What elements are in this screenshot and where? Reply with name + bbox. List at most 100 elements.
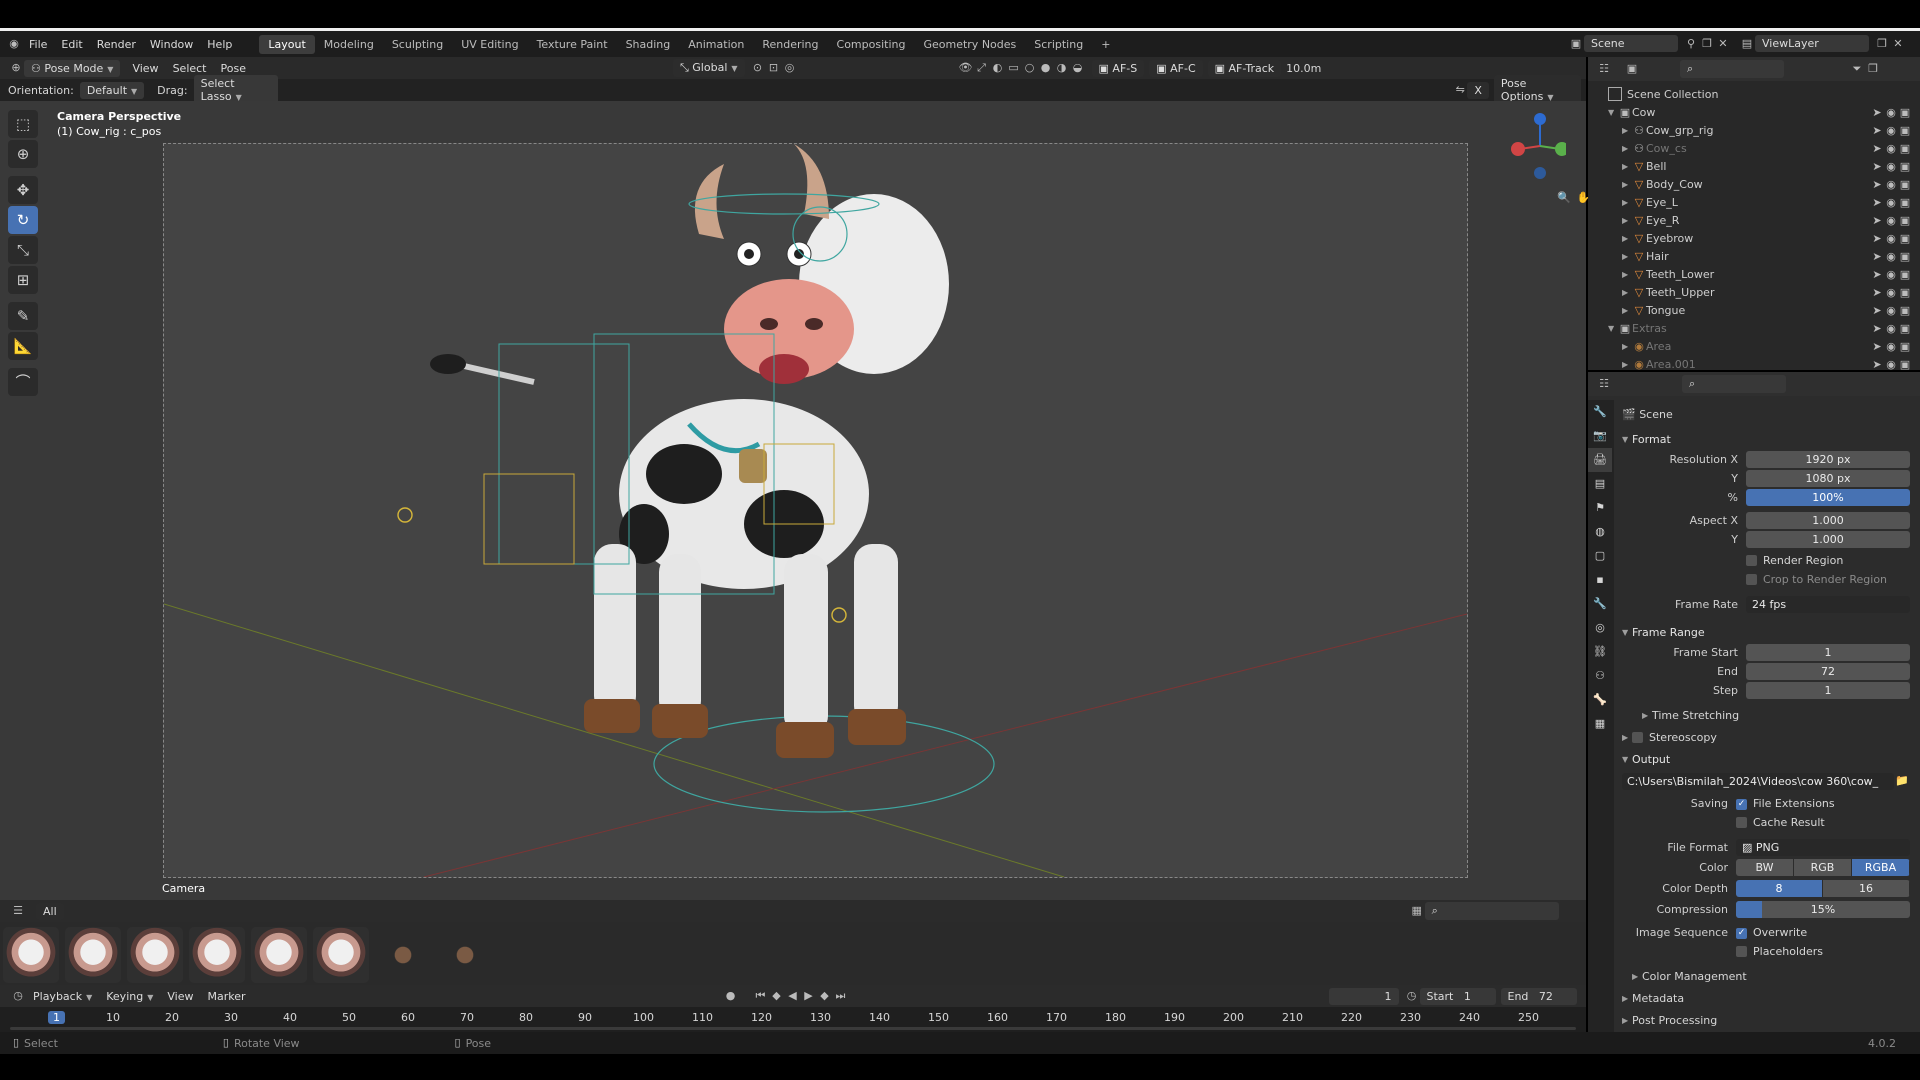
tab-modeling[interactable]: Modeling — [315, 35, 383, 54]
af-track-button[interactable]: ▣ AF-Track — [1207, 59, 1282, 77]
texture-tab-icon[interactable]: ▦ — [1588, 712, 1612, 736]
tab-layout[interactable]: Layout — [259, 34, 315, 54]
stereoscopy-panel-header[interactable]: ▶ Stereoscopy — [1622, 726, 1910, 748]
cursor-icon[interactable]: ⊕ — [8, 140, 38, 168]
scene-tab-icon[interactable]: ⚑ — [1588, 496, 1612, 520]
measure-icon[interactable]: 📐 — [8, 332, 38, 360]
pose-thumbnail[interactable] — [251, 927, 307, 983]
disclosure-triangle-icon[interactable]: ▶ — [1622, 342, 1632, 351]
scene-collection-row[interactable]: Scene Collection — [1608, 85, 1920, 103]
bone-tab-icon[interactable]: 🦴 — [1588, 688, 1612, 712]
menu-help[interactable]: Help — [200, 38, 239, 51]
overlay-icon[interactable]: ◐ — [990, 60, 1006, 76]
visibility-eye-icon[interactable]: ◉ — [1884, 160, 1898, 173]
outliner-search-input[interactable]: ⌕ — [1680, 60, 1784, 78]
display-mode-icon[interactable]: ▦ — [1409, 903, 1425, 919]
axis-gizmo-icon[interactable] — [1506, 111, 1569, 181]
outliner-item-tongue[interactable]: ▶ ▽ Tongue ➤ ◉ ▣ — [1608, 301, 1920, 319]
disclosure-triangle-icon[interactable]: ▼ — [1608, 108, 1618, 117]
render-camera-icon[interactable]: ▣ — [1898, 286, 1912, 299]
folder-icon[interactable]: 📁 — [1894, 773, 1910, 789]
properties-editor-icon[interactable]: ☷ — [1596, 376, 1612, 392]
crop-checkbox[interactable] — [1746, 574, 1757, 585]
delete-viewlayer-icon[interactable]: ✕ — [1890, 36, 1906, 52]
depth-16-option[interactable]: 16 — [1823, 880, 1910, 897]
pose-thumbnail[interactable] — [375, 927, 431, 983]
play-icon[interactable]: ▶ — [801, 988, 817, 1004]
disclosure-triangle-icon[interactable]: ▶ — [1622, 252, 1632, 261]
play-reverse-icon[interactable]: ◀ — [785, 988, 801, 1004]
render-camera-icon[interactable]: ▣ — [1898, 160, 1912, 173]
pose-thumbnail[interactable] — [189, 927, 245, 983]
visibility-eye-icon[interactable]: ◉ — [1884, 304, 1898, 317]
color-rgba-option[interactable]: RGBA — [1852, 859, 1910, 876]
viewlayer-field[interactable]: ViewLayer — [1755, 35, 1869, 52]
aspect-x-field[interactable]: 1.000 — [1746, 512, 1910, 529]
cache-result-checkbox[interactable] — [1736, 817, 1747, 828]
frame-tick-current[interactable]: 1 — [48, 1011, 65, 1024]
rotate-icon[interactable]: ↻ — [8, 206, 38, 234]
render-camera-icon[interactable]: ▣ — [1898, 106, 1912, 119]
render-camera-icon[interactable]: ▣ — [1898, 268, 1912, 281]
pose-thumbnail[interactable] — [65, 927, 121, 983]
render-camera-icon[interactable]: ▣ — [1898, 250, 1912, 263]
timeline-scrollbar[interactable] — [10, 1027, 1576, 1030]
placeholders-checkbox[interactable] — [1736, 946, 1747, 957]
add-workspace-icon[interactable]: + — [1092, 35, 1119, 54]
new-viewlayer-icon[interactable]: ❐ — [1874, 36, 1890, 52]
tab-rendering[interactable]: Rendering — [753, 35, 827, 54]
outliner-item-eye-r[interactable]: ▶ ▽ Eye_R ➤ ◉ ▣ — [1608, 211, 1920, 229]
annotate-icon[interactable]: ✎ — [8, 302, 38, 330]
pose-thumbnail[interactable] — [127, 927, 183, 983]
visibility-eye-icon[interactable]: ◉ — [1884, 340, 1898, 353]
world-tab-icon[interactable]: ◍ — [1588, 520, 1612, 544]
check-icon[interactable]: ✓ — [1736, 927, 1747, 939]
tab-animation[interactable]: Animation — [679, 35, 753, 54]
disclosure-triangle-icon[interactable]: ▶ — [1622, 126, 1632, 135]
disclosure-triangle-icon[interactable]: ▶ — [1622, 288, 1632, 297]
new-scene-icon[interactable]: ❐ — [1699, 36, 1715, 52]
cache-result-option[interactable]: Cache Result — [1622, 813, 1910, 832]
rig-control-box[interactable] — [483, 473, 575, 565]
visibility-eye-icon[interactable]: ◉ — [1884, 196, 1898, 209]
modifier-tab-icon[interactable]: 🔧 — [1588, 592, 1612, 616]
end-frame-field[interactable]: End 72 — [1500, 987, 1577, 1005]
output-path-input[interactable]: C:\Users\Bismilah_2024\Videos\cow 360\co… — [1622, 772, 1894, 790]
bone-size-icon[interactable]: ⌒ — [8, 368, 38, 396]
visibility-eye-icon[interactable]: ◉ — [1884, 178, 1898, 191]
disclosure-triangle-icon[interactable]: ▶ — [1622, 234, 1632, 243]
select-toggle-icon[interactable]: ➤ — [1870, 340, 1884, 353]
pose-thumbnail[interactable] — [3, 927, 59, 983]
light-widget-icon[interactable] — [831, 607, 847, 623]
editor-type-icon[interactable]: ⊕ — [8, 60, 24, 76]
outliner-item-cow-cs[interactable]: ▶ ⚇ Cow_cs ➤ ◉ ▣ — [1608, 139, 1920, 157]
af-s-button[interactable]: ▣ AF-S — [1091, 59, 1145, 77]
menu-edit[interactable]: Edit — [54, 38, 89, 51]
check-icon[interactable]: ✓ — [1736, 798, 1747, 810]
shading-wire-icon[interactable]: ○ — [1022, 60, 1038, 76]
current-frame-field[interactable]: 1 — [1328, 987, 1399, 1005]
visibility-eye-icon[interactable]: ◉ — [1884, 214, 1898, 227]
cow-model[interactable] — [430, 144, 995, 813]
resolution-pct-field[interactable]: 100% — [1746, 489, 1910, 506]
output-panel-header[interactable]: ▼ Output — [1622, 748, 1910, 770]
properties-search-input[interactable]: ⌕ — [1682, 375, 1786, 393]
delete-scene-icon[interactable]: ✕ — [1715, 36, 1731, 52]
select-box-icon[interactable]: ⬚ — [8, 110, 38, 138]
aspect-y-field[interactable]: 1.000 — [1746, 531, 1910, 548]
select-toggle-icon[interactable]: ➤ — [1870, 106, 1884, 119]
shading-material-icon[interactable]: ◑ — [1054, 60, 1070, 76]
outliner-item-body-cow[interactable]: ▶ ▽ Body_Cow ➤ ◉ ▣ — [1608, 175, 1920, 193]
frame-rate-dropdown[interactable]: 24 fps — [1746, 595, 1910, 613]
render-camera-icon[interactable]: ▣ — [1898, 178, 1912, 191]
hamburger-menu-icon[interactable]: ☰ — [10, 903, 26, 919]
color-management-subpanel[interactable]: ▶ Color Management — [1622, 965, 1910, 987]
stereoscopy-checkbox[interactable] — [1632, 731, 1643, 743]
tab-texture-paint[interactable]: Texture Paint — [528, 35, 617, 54]
timeline-menu-marker[interactable]: Marker — [200, 990, 252, 1003]
time-stretching-subpanel[interactable]: ▶ Time Stretching — [1632, 704, 1910, 726]
render-camera-icon[interactable]: ▣ — [1898, 340, 1912, 353]
timeline-menu-keying[interactable]: Keying ▼ — [99, 990, 160, 1003]
physics-tab-icon[interactable]: ◎ — [1588, 616, 1612, 640]
outliner-item-area-001[interactable]: ▶ ◉ Area.001 ➤ ◉ ▣ — [1608, 355, 1920, 373]
